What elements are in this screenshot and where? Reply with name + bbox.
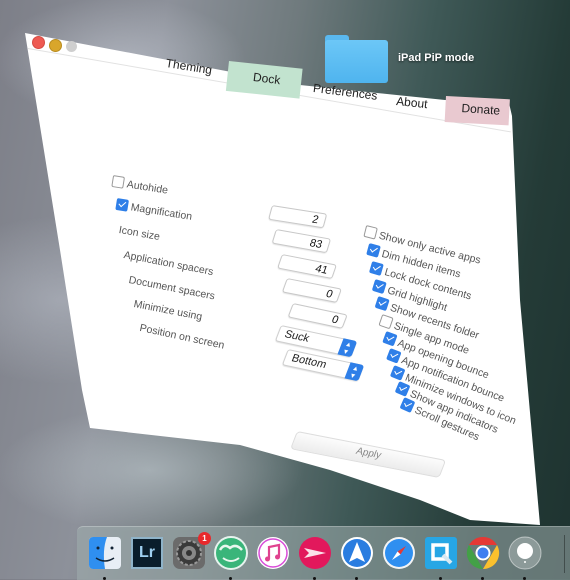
tab-about[interactable]: About	[396, 94, 429, 111]
apply-button[interactable]: Apply	[290, 431, 447, 479]
magnification-checkbox-box[interactable]	[115, 198, 129, 212]
checkbox-box[interactable]	[368, 261, 384, 277]
dock-item-siri-or-ball-app[interactable]	[507, 535, 543, 580]
dock-item-spark[interactable]	[339, 535, 375, 580]
window-content: Theming Dock Preferences About Donate Au…	[0, 0, 570, 579]
autohide-checkbox-box[interactable]	[111, 175, 125, 189]
position-value: Bottom	[289, 352, 329, 371]
notification-badge: 1	[198, 532, 211, 545]
dock-item-quip[interactable]	[423, 535, 459, 580]
balloon-icon	[508, 536, 542, 570]
minimize-value-field[interactable]: 0	[287, 303, 348, 329]
close-button[interactable]	[32, 36, 45, 49]
position-on-screen-label: Position on screen	[138, 322, 226, 352]
dock: Lr 1	[77, 526, 570, 580]
icon-size-label: Icon size	[117, 224, 161, 244]
zoom-button[interactable]	[66, 41, 77, 52]
magnification-field[interactable]: 2	[268, 205, 328, 229]
minimize-using-label: Minimize using	[132, 298, 204, 324]
dock-item-finder[interactable]	[87, 535, 123, 580]
tab-donate[interactable]: Donate	[461, 101, 501, 118]
minimize-effect-value: Suck	[282, 328, 312, 345]
application-spacers-label: Application spacers	[122, 249, 215, 279]
finder-icon	[89, 537, 121, 569]
checkbox-box[interactable]	[371, 279, 387, 295]
dock-item-itunes[interactable]	[255, 535, 291, 571]
checkbox-box[interactable]	[378, 314, 394, 330]
icon-size-field[interactable]: 83	[271, 229, 332, 254]
checkbox-box[interactable]	[385, 348, 402, 364]
magnification-checkbox[interactable]: Magnification	[115, 198, 193, 223]
compass-icon	[383, 537, 415, 569]
application-spacers-field[interactable]: 41	[277, 254, 337, 280]
minimize-button[interactable]	[49, 39, 62, 52]
checkbox-box[interactable]	[366, 243, 381, 258]
palm-tree-icon	[214, 536, 248, 570]
dock-item-airmail[interactable]	[297, 535, 333, 580]
magnification-label: Magnification	[129, 201, 193, 223]
checkbox-box[interactable]	[382, 331, 398, 347]
dock-item-palm-app[interactable]	[213, 535, 249, 580]
dock-separator	[564, 535, 565, 573]
spark-icon	[341, 537, 373, 569]
dock-item-lightroom[interactable]: Lr	[129, 535, 165, 571]
select-chevron-icon: ▴ ▾	[337, 338, 358, 358]
checkbox-box[interactable]	[374, 296, 390, 312]
lightroom-icon: Lr	[131, 537, 163, 569]
autohide-checkbox[interactable]: Autohide	[111, 175, 169, 197]
dock-item-safari[interactable]	[381, 535, 417, 571]
quip-icon	[425, 537, 457, 569]
select-chevron-icon: ▴ ▾	[344, 362, 365, 382]
checkbox-box[interactable]	[389, 365, 406, 381]
dock-item-chrome[interactable]	[465, 535, 501, 580]
chrome-icon	[466, 536, 500, 570]
dock-item-system-preferences[interactable]: 1	[171, 532, 211, 571]
airmail-icon	[299, 537, 331, 569]
music-note-icon	[257, 537, 289, 569]
checkbox-box[interactable]	[363, 225, 378, 240]
autohide-label: Autohide	[125, 178, 169, 197]
document-spacers-field[interactable]: 0	[281, 278, 342, 303]
